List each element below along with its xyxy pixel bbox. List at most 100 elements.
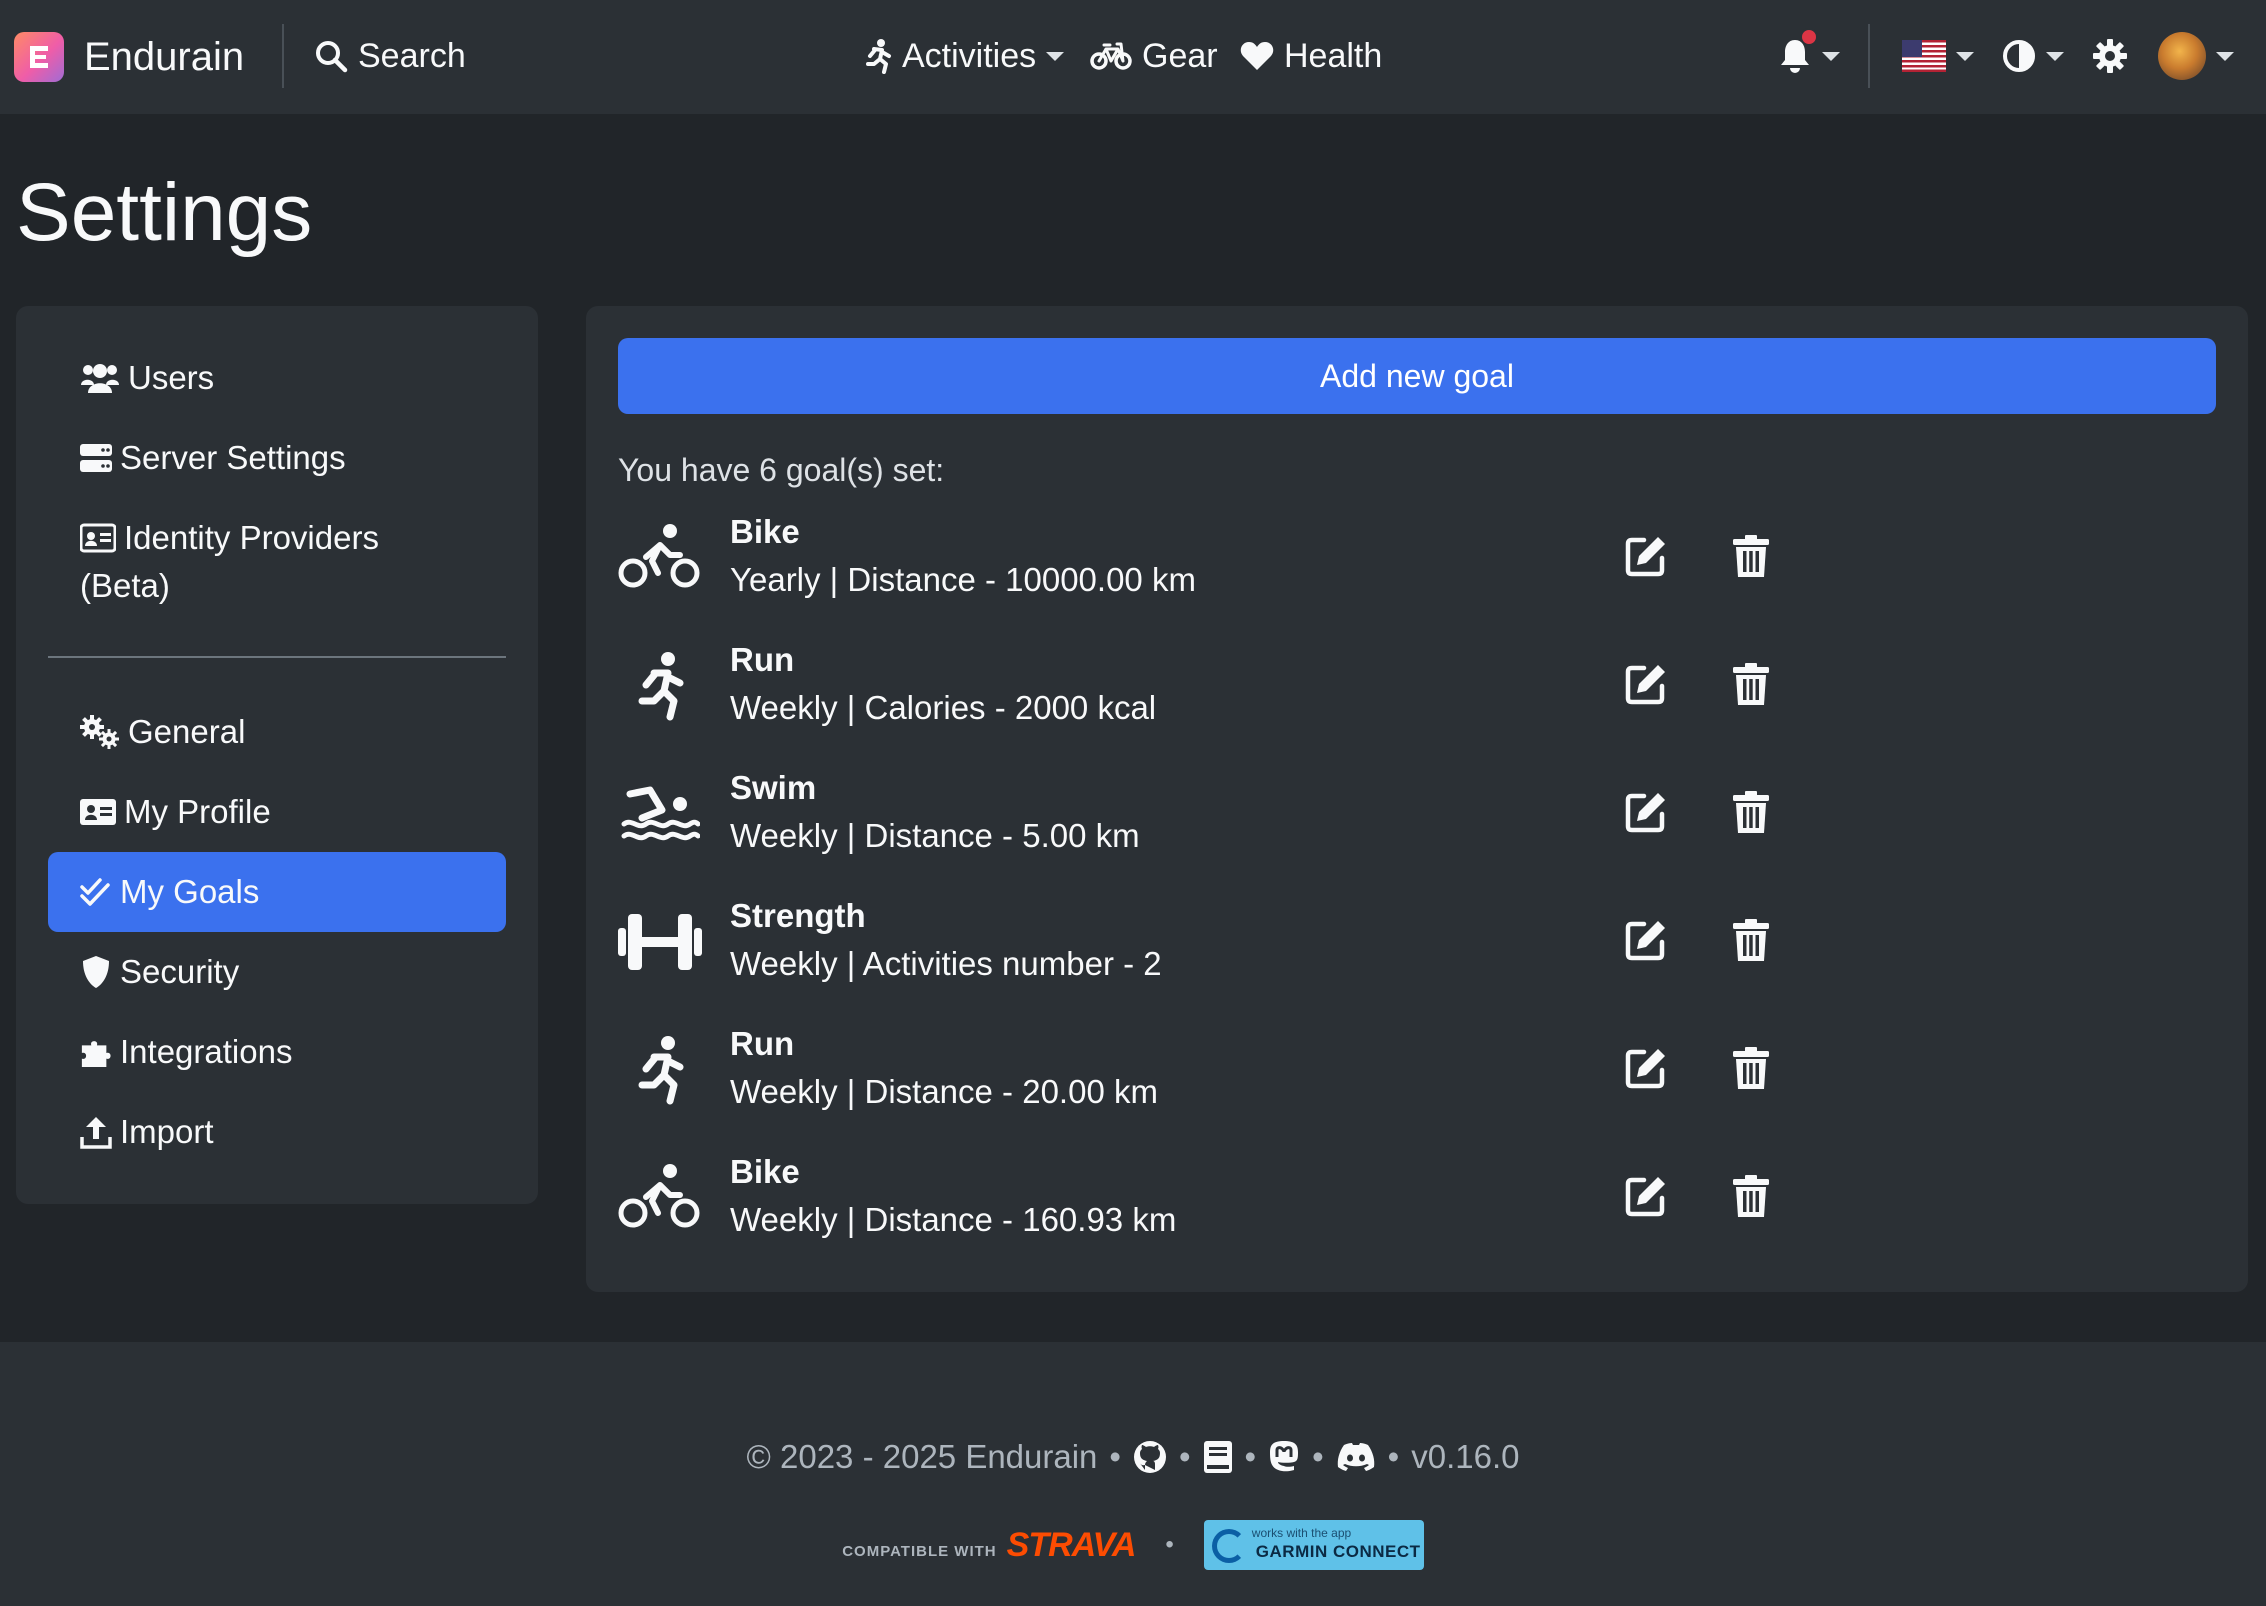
sidebar-item-integrations[interactable]: Integrations: [48, 1028, 506, 1076]
gears-icon: [80, 708, 120, 756]
run-icon: [618, 644, 702, 728]
version-text: v0.16.0: [1411, 1438, 1520, 1475]
server-icon: [80, 434, 112, 482]
page-title: Settings: [16, 167, 313, 258]
brand[interactable]: Endurain: [14, 32, 244, 82]
trash-icon: [1733, 919, 1769, 961]
sidebar-divider: [48, 656, 506, 658]
avatar: [2158, 32, 2206, 80]
delete-goal-button[interactable]: [1732, 1174, 1776, 1226]
health-label: Health: [1284, 36, 1383, 75]
docs-book-icon[interactable]: [1203, 1440, 1233, 1474]
footer: © 2023 - 2025 Endurain • • • • • v0.16.0…: [0, 1342, 2266, 1606]
separator-dot: •: [1165, 1531, 1174, 1558]
shield-icon: [80, 948, 112, 996]
sidebar-item-server-settings[interactable]: Server Settings: [48, 434, 506, 482]
strava-badge[interactable]: COMPATIBLE WITH STRAVA: [842, 1526, 1136, 1565]
bike-icon: [1090, 41, 1132, 71]
delete-goal-button[interactable]: [1732, 662, 1776, 714]
contrast-icon: [2002, 39, 2036, 73]
trash-icon: [1733, 1175, 1769, 1217]
settings-sidebar: Users Server Settings Identity Providers…: [16, 306, 538, 1204]
delete-goal-button[interactable]: [1732, 790, 1776, 842]
sidebar-item-identity-providers[interactable]: Identity Providers: [48, 514, 506, 562]
health-link[interactable]: Health: [1240, 28, 1382, 84]
goal-item: Bike Yearly | Distance - 10000.00 km: [618, 508, 2216, 608]
users-icon: [80, 354, 120, 402]
notifications-dropdown[interactable]: [1778, 28, 1840, 84]
theme-dropdown[interactable]: [2002, 28, 2064, 84]
endurain-logo: [14, 32, 64, 82]
trash-icon: [1733, 663, 1769, 705]
navbar-divider: [282, 24, 284, 88]
goal-item: Bike Weekly | Distance - 160.93 km: [618, 1148, 2216, 1248]
mastodon-icon[interactable]: [1268, 1440, 1300, 1474]
sidebar-item-label: My Goals: [120, 873, 260, 910]
sidebar-item-label: General: [128, 713, 246, 750]
gear-link[interactable]: Gear: [1090, 28, 1218, 84]
search-label: Search: [358, 36, 466, 75]
sidebar-item-security[interactable]: Security: [48, 948, 506, 996]
goal-name: Swim: [730, 769, 817, 806]
goals-panel: Add new goal You have 6 goal(s) set: Bik…: [586, 306, 2248, 1292]
edit-goal-button[interactable]: [1624, 534, 1676, 586]
separator-dot: •: [1109, 1438, 1121, 1475]
delete-goal-button[interactable]: [1732, 534, 1776, 586]
sidebar-item-identity-providers-beta[interactable]: (Beta): [48, 562, 506, 610]
edit-goal-button[interactable]: [1624, 1046, 1676, 1098]
gear-icon: [2092, 38, 2128, 74]
goal-description: Weekly | Activities number - 2: [730, 945, 1162, 982]
us-flag-icon: [1902, 40, 1946, 72]
copyright-text: © 2023 - 2025 Endurain: [746, 1438, 1098, 1475]
sidebar-item-label: Security: [120, 953, 240, 990]
sidebar-item-users[interactable]: Users: [48, 354, 506, 402]
edit-icon: [1625, 537, 1665, 577]
sidebar-item-label: Import: [120, 1113, 214, 1150]
trash-icon: [1733, 791, 1769, 833]
chevron-down-icon: [1956, 51, 1974, 61]
activities-label: Activities: [902, 36, 1037, 75]
goal-name: Run: [730, 641, 795, 678]
sidebar-item-label: Integrations: [120, 1033, 293, 1070]
language-dropdown[interactable]: [1902, 28, 1974, 84]
beta-label: (Beta): [80, 567, 170, 604]
edit-goal-button[interactable]: [1624, 662, 1676, 714]
edit-icon: [1625, 793, 1665, 833]
add-new-goal-button[interactable]: Add new goal: [618, 338, 2216, 414]
activities-dropdown[interactable]: Activities: [862, 28, 1065, 84]
search-link[interactable]: Search: [314, 28, 466, 84]
id-card-icon: [80, 514, 116, 562]
goal-description: Weekly | Calories - 2000 kcal: [730, 689, 1157, 726]
discord-icon[interactable]: [1336, 1442, 1376, 1472]
edit-goal-button[interactable]: [1624, 1174, 1676, 1226]
chevron-down-icon: [1822, 51, 1840, 61]
garmin-connect-text: GARMIN CONNECT: [1255, 1542, 1421, 1561]
delete-goal-button[interactable]: [1732, 918, 1776, 970]
garmin-works-text: works with the app: [1251, 1526, 1352, 1540]
sidebar-item-my-profile[interactable]: My Profile: [48, 788, 506, 836]
sidebar-item-general[interactable]: General: [48, 708, 506, 756]
delete-goal-button[interactable]: [1732, 1046, 1776, 1098]
edit-goal-button[interactable]: [1624, 790, 1676, 842]
navbar-divider: [1868, 24, 1870, 88]
edit-icon: [1625, 1049, 1665, 1089]
strava-compatible-text: COMPATIBLE WITH: [842, 1542, 997, 1560]
goal-item: Swim Weekly | Distance - 5.00 km: [618, 764, 2216, 864]
puzzle-icon: [80, 1028, 112, 1076]
heart-icon: [1240, 41, 1274, 71]
github-icon[interactable]: [1133, 1440, 1167, 1474]
bike-icon: [618, 1156, 702, 1240]
garmin-connect-badge[interactable]: works with the app GARMIN CONNECT: [1203, 1520, 1424, 1570]
user-menu-dropdown[interactable]: [2158, 28, 2234, 84]
run-icon: [862, 38, 892, 74]
goal-description: Weekly | Distance - 160.93 km: [730, 1201, 1177, 1238]
settings-link[interactable]: [2092, 28, 2128, 84]
goal-description: Yearly | Distance - 10000.00 km: [730, 561, 1196, 598]
goal-name: Strength: [730, 897, 866, 934]
chevron-down-icon: [1046, 51, 1065, 61]
sidebar-item-my-goals[interactable]: My Goals: [48, 852, 506, 932]
edit-goal-button[interactable]: [1624, 918, 1676, 970]
sidebar-item-import[interactable]: Import: [48, 1108, 506, 1156]
edit-icon: [1625, 665, 1665, 705]
trash-icon: [1733, 535, 1769, 577]
